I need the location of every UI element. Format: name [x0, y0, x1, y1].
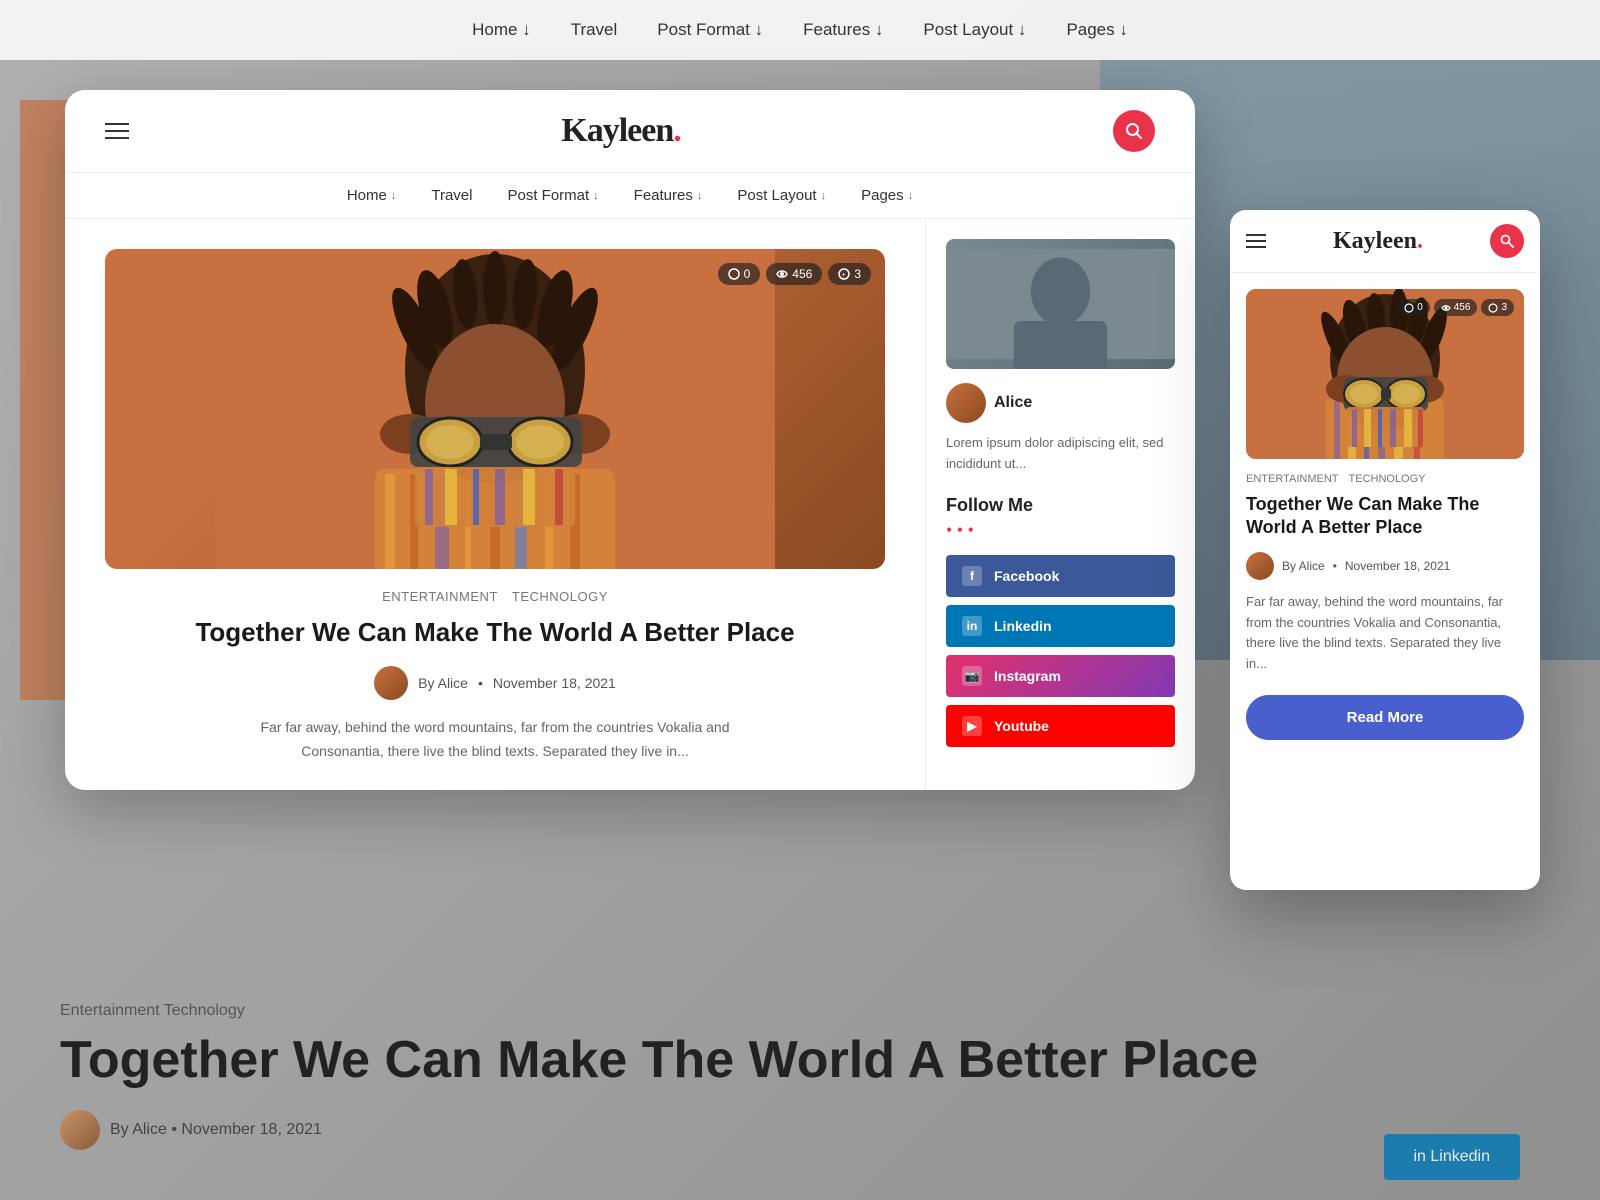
desktop-nav-pages[interactable]: Pages ↓ — [861, 187, 913, 204]
mobile-article-excerpt: Far far away, behind the word mountains,… — [1246, 592, 1524, 675]
desktop-card: Kayleen. Home ↓ Travel Post Format ↓ Fea… — [65, 90, 1195, 790]
bg-bottom-text: Entertainment Technology Together We Can… — [0, 1002, 1600, 1150]
article-title: Together We Can Make The World A Better … — [105, 616, 885, 650]
desktop-nav: Home ↓ Travel Post Format ↓ Features ↓ P… — [65, 173, 1195, 219]
views-badge: 456 — [766, 263, 822, 285]
image-badges: 0 456 + 3 — [718, 263, 871, 285]
youtube-icon: ▶ — [962, 716, 982, 736]
category-technology: Technology — [512, 589, 608, 604]
mobile-author-name: By Alice — [1282, 559, 1325, 573]
desktop-logo: Kayleen. — [561, 112, 680, 150]
bg-nav-postlayout[interactable]: Post Layout ↓ — [923, 20, 1026, 40]
bg-author: By Alice • November 18, 2021 — [110, 1121, 322, 1139]
desktop-nav-postlayout[interactable]: Post Layout ↓ — [737, 187, 826, 204]
bg-title: Together We Can Make The World A Better … — [60, 1030, 1540, 1090]
follow-dots: • • • — [946, 520, 1175, 541]
likes-badge: + 3 — [828, 263, 871, 285]
mobile-body: 0 456 3 Entertainment Technology Togethe… — [1230, 273, 1540, 890]
article-excerpt: Far far away, behind the word mountains,… — [235, 716, 755, 764]
mobile-views-badge: 456 — [1434, 299, 1478, 316]
author-name: By Alice — [418, 675, 468, 691]
sidebar: Alice Lorem ipsum dolor adipiscing elit,… — [925, 219, 1195, 790]
instagram-icon: 📷 — [962, 666, 982, 686]
bg-nav-pages[interactable]: Pages ↓ — [1066, 20, 1127, 40]
bg-nav-home[interactable]: Home ↓ — [472, 20, 531, 40]
facebook-label: Facebook — [994, 568, 1059, 584]
article-image — [105, 249, 885, 569]
mobile-article-image: 0 456 3 — [1246, 289, 1524, 459]
desktop-nav-home[interactable]: Home ↓ — [347, 187, 397, 204]
article-categories: Entertainment Technology — [105, 589, 885, 604]
mobile-category-technology: Technology — [1349, 473, 1426, 485]
mobile-hamburger-icon[interactable] — [1246, 234, 1266, 248]
read-more-button[interactable]: Read More — [1246, 695, 1524, 740]
facebook-button[interactable]: f Facebook — [946, 555, 1175, 597]
svg-text:+: + — [842, 272, 846, 279]
bg-categories: Entertainment Technology — [60, 1002, 1540, 1020]
mobile-article-date: November 18, 2021 — [1345, 559, 1450, 573]
sidebar-card-image — [946, 239, 1175, 369]
youtube-label: Youtube — [994, 718, 1049, 734]
mobile-comments-badge: 0 — [1397, 299, 1430, 316]
sidebar-author-name: Alice — [994, 394, 1032, 412]
instagram-label: Instagram — [994, 668, 1061, 684]
sidebar-author-text: Lorem ipsum dolor adipiscing elit, sed i… — [946, 433, 1175, 475]
author-avatar — [374, 666, 408, 700]
desktop-nav-postformat[interactable]: Post Format ↓ — [507, 187, 598, 204]
desktop-search-button[interactable] — [1113, 110, 1155, 152]
comments-badge: 0 — [718, 263, 761, 285]
instagram-button[interactable]: 📷 Instagram — [946, 655, 1175, 697]
desktop-header: Kayleen. — [65, 90, 1195, 173]
bg-linkedin-button: in Linkedin — [1384, 1134, 1521, 1180]
main-article: 0 456 + 3 Entertainment Technology Toget… — [65, 219, 925, 790]
mobile-author-avatar — [1246, 552, 1274, 580]
mobile-search-button[interactable] — [1490, 224, 1524, 258]
linkedin-icon: in — [962, 616, 982, 636]
mobile-card: Kayleen. — [1230, 210, 1540, 890]
bg-avatar — [60, 1110, 100, 1150]
mobile-logo: Kayleen. — [1333, 228, 1423, 255]
sidebar-avatar — [946, 383, 986, 423]
author-dot: • — [478, 675, 483, 691]
facebook-icon: f — [962, 566, 982, 586]
mobile-header: Kayleen. — [1230, 210, 1540, 273]
mobile-image-badges: 0 456 3 — [1397, 299, 1514, 316]
category-entertainment: Entertainment — [382, 589, 498, 604]
mobile-author-row: By Alice • November 18, 2021 — [1246, 552, 1524, 580]
mobile-category-entertainment: Entertainment — [1246, 473, 1339, 485]
mobile-article-title: Together We Can Make The World A Better … — [1246, 493, 1524, 540]
sidebar-author-wrap: Alice — [946, 383, 1175, 423]
bg-nav-travel[interactable]: Travel — [571, 20, 618, 40]
hamburger-icon[interactable] — [105, 123, 129, 139]
linkedin-button[interactable]: in Linkedin — [946, 605, 1175, 647]
desktop-nav-travel[interactable]: Travel — [431, 187, 472, 204]
bg-author-row: By Alice • November 18, 2021 — [60, 1110, 1540, 1150]
mobile-likes-badge: 3 — [1481, 299, 1514, 316]
article-author-row: By Alice • November 18, 2021 — [105, 666, 885, 700]
bg-nav-postformat[interactable]: Post Format ↓ — [657, 20, 763, 40]
mobile-categories: Entertainment Technology — [1246, 473, 1524, 485]
bg-nav-features[interactable]: Features ↓ — [803, 20, 883, 40]
bg-nav: Home ↓ Travel Post Format ↓ Features ↓ P… — [0, 0, 1600, 60]
youtube-button[interactable]: ▶ Youtube — [946, 705, 1175, 747]
follow-me-title: Follow Me — [946, 495, 1175, 516]
desktop-body: 0 456 + 3 Entertainment Technology Toget… — [65, 219, 1195, 790]
article-date: November 18, 2021 — [493, 675, 616, 691]
article-image-wrap: 0 456 + 3 — [105, 249, 885, 569]
linkedin-label: Linkedin — [994, 618, 1052, 634]
desktop-nav-features[interactable]: Features ↓ — [634, 187, 703, 204]
mobile-author-dot: • — [1333, 559, 1337, 573]
